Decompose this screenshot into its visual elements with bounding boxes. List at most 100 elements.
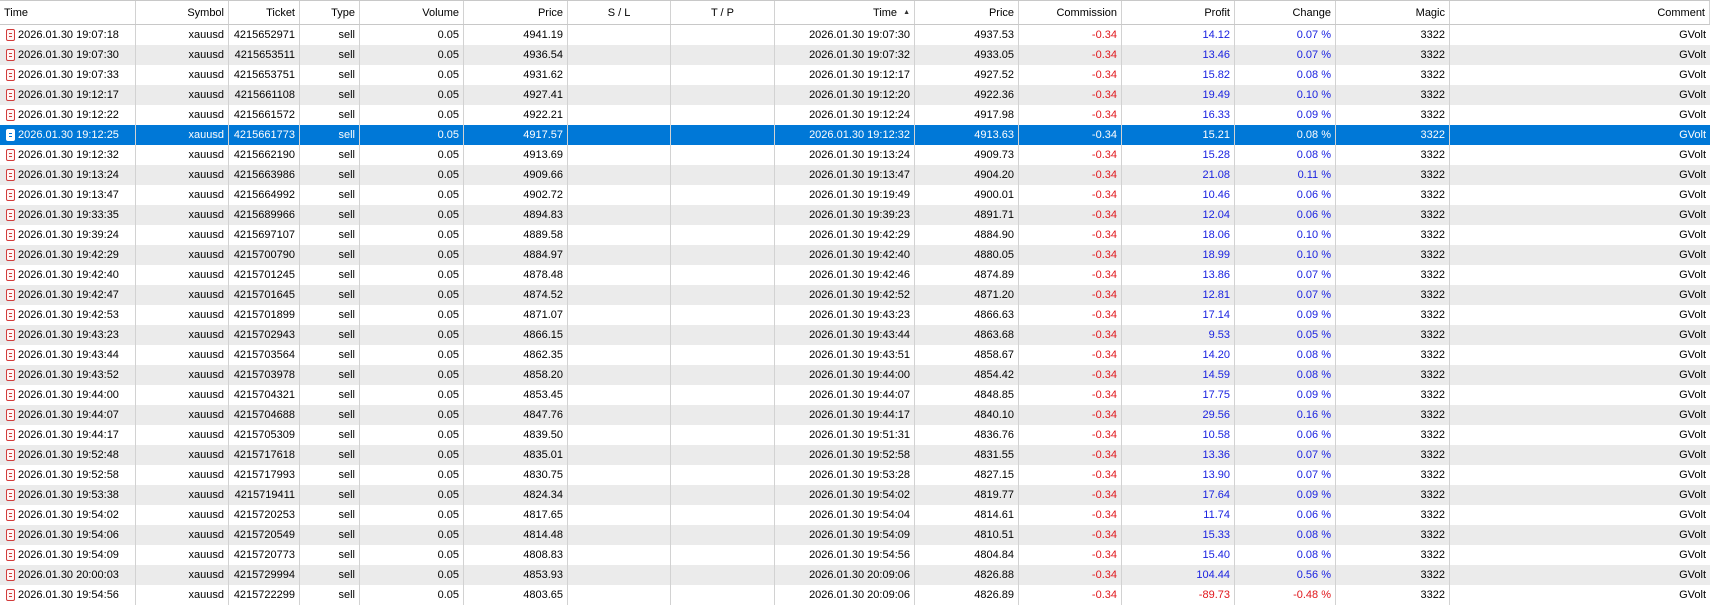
magic-cell: 3322 xyxy=(1336,565,1450,585)
volume-cell: 0.05 xyxy=(360,45,464,65)
open-price-cell: 4874.52 xyxy=(464,285,568,305)
table-row[interactable]: 2026.01.30 20:00:03 xauusd 4215729994 sell 0… xyxy=(0,565,1710,585)
table-row[interactable]: 2026.01.30 19:07:33 xauusd 4215653751 sell 0… xyxy=(0,65,1710,85)
volume-cell: 0.05 xyxy=(360,325,464,345)
commission-cell: -0.34 xyxy=(1019,325,1122,345)
column-header-ticket[interactable]: Ticket xyxy=(229,1,300,24)
order-document-icon xyxy=(6,369,15,381)
symbol-cell: xauusd xyxy=(136,225,229,245)
column-header-stop-loss[interactable]: S / L xyxy=(568,1,671,24)
table-row[interactable]: 2026.01.30 19:43:23 xauusd 4215702943 sell 0… xyxy=(0,325,1710,345)
volume-cell: 0.05 xyxy=(360,285,464,305)
table-row[interactable]: 2026.01.30 19:42:47 xauusd 4215701645 sell 0… xyxy=(0,285,1710,305)
table-row[interactable]: 2026.01.30 19:54:02 xauusd 4215720253 sell 0… xyxy=(0,505,1710,525)
symbol-cell: xauusd xyxy=(136,425,229,445)
profit-cell: -89.73 xyxy=(1122,585,1235,605)
table-row[interactable]: 2026.01.30 19:42:29 xauusd 4215700790 sell 0… xyxy=(0,245,1710,265)
table-row[interactable]: 2026.01.30 19:12:22 xauusd 4215661572 sell 0… xyxy=(0,105,1710,125)
column-header-volume[interactable]: Volume xyxy=(360,1,464,24)
table-row[interactable]: 2026.01.30 19:54:56 xauusd 4215722299 sell 0… xyxy=(0,585,1710,605)
open-price-cell: 4936.54 xyxy=(464,45,568,65)
volume-cell: 0.05 xyxy=(360,25,464,45)
table-row[interactable]: 2026.01.30 19:54:09 xauusd 4215720773 sell 0… xyxy=(0,545,1710,565)
column-header-comment[interactable]: Comment xyxy=(1450,1,1710,24)
profit-cell: 13.90 xyxy=(1122,465,1235,485)
close-time-cell: 2026.01.30 19:43:51 xyxy=(775,345,915,365)
commission-cell: -0.34 xyxy=(1019,225,1122,245)
table-row[interactable]: 2026.01.30 19:52:48 xauusd 4215717618 sell 0… xyxy=(0,445,1710,465)
table-row[interactable]: 2026.01.30 19:13:24 xauusd 4215663986 sell 0… xyxy=(0,165,1710,185)
comment-cell: GVolt xyxy=(1679,149,1706,161)
column-header-close-time[interactable]: Time ▲ xyxy=(775,1,915,24)
order-document-icon xyxy=(6,309,15,321)
comment-cell: GVolt xyxy=(1679,309,1706,321)
table-row[interactable]: 2026.01.30 19:44:07 xauusd 4215704688 sell 0… xyxy=(0,405,1710,425)
magic-cell: 3322 xyxy=(1336,65,1450,85)
close-time-cell: 2026.01.30 19:07:30 xyxy=(775,25,915,45)
table-row[interactable]: 2026.01.30 19:39:24 xauusd 4215697107 sell 0… xyxy=(0,225,1710,245)
column-header-commission[interactable]: Commission xyxy=(1019,1,1122,24)
symbol-cell: xauusd xyxy=(136,265,229,285)
column-header-open-price[interactable]: Price xyxy=(464,1,568,24)
type-cell: sell xyxy=(300,405,360,425)
column-header-symbol[interactable]: Symbol xyxy=(136,1,229,24)
column-header-type[interactable]: Type xyxy=(300,1,360,24)
table-row[interactable]: 2026.01.30 19:07:18 xauusd 4215652971 sell 0… xyxy=(0,25,1710,45)
commission-cell: -0.34 xyxy=(1019,105,1122,125)
stop-loss-cell xyxy=(568,205,671,225)
column-header-profit[interactable]: Profit xyxy=(1122,1,1235,24)
magic-cell: 3322 xyxy=(1336,325,1450,345)
table-row[interactable]: 2026.01.30 19:54:06 xauusd 4215720549 sell 0… xyxy=(0,525,1710,545)
column-header-change[interactable]: Change xyxy=(1235,1,1336,24)
commission-cell: -0.34 xyxy=(1019,545,1122,565)
order-document-icon xyxy=(6,189,15,201)
open-time-cell: 2026.01.30 19:12:25 xyxy=(0,125,136,145)
table-row[interactable]: 2026.01.30 19:42:53 xauusd 4215701899 sell 0… xyxy=(0,305,1710,325)
open-time-cell: 2026.01.30 19:54:02 xyxy=(0,505,136,525)
change-cell: 0.05 % xyxy=(1235,325,1336,345)
table-row[interactable]: 2026.01.30 19:53:38 xauusd 4215719411 sell 0… xyxy=(0,485,1710,505)
sort-ascending-icon: ▲ xyxy=(903,9,910,16)
table-row[interactable]: 2026.01.30 19:42:40 xauusd 4215701245 sell 0… xyxy=(0,265,1710,285)
column-header-close-price[interactable]: Price xyxy=(915,1,1019,24)
stop-loss-cell xyxy=(568,445,671,465)
close-price-cell: 4904.20 xyxy=(915,165,1019,185)
stop-loss-cell xyxy=(568,285,671,305)
table-row[interactable]: 2026.01.30 19:07:30 xauusd 4215653511 sell 0… xyxy=(0,45,1710,65)
table-row[interactable]: 2026.01.30 19:43:52 xauusd 4215703978 sell 0… xyxy=(0,365,1710,385)
change-cell: 0.11 % xyxy=(1235,165,1336,185)
table-row[interactable]: 2026.01.30 19:12:17 xauusd 4215661108 sell 0… xyxy=(0,85,1710,105)
order-document-icon xyxy=(6,289,15,301)
close-time-cell: 2026.01.30 19:43:44 xyxy=(775,325,915,345)
change-cell: 0.07 % xyxy=(1235,285,1336,305)
close-price-cell: 4891.71 xyxy=(915,205,1019,225)
table-row[interactable]: 2026.01.30 19:12:32 xauusd 4215662190 sell 0… xyxy=(0,145,1710,165)
table-row[interactable]: 2026.01.30 19:52:58 xauusd 4215717993 sell 0… xyxy=(0,465,1710,485)
commission-cell: -0.34 xyxy=(1019,385,1122,405)
profit-cell: 15.28 xyxy=(1122,145,1235,165)
table-row[interactable]: 2026.01.30 19:44:17 xauusd 4215705309 sell 0… xyxy=(0,425,1710,445)
order-document-icon xyxy=(6,49,15,61)
table-row[interactable]: 2026.01.30 19:12:25 xauusd 4215661773 sell 0… xyxy=(0,125,1710,145)
magic-cell: 3322 xyxy=(1336,285,1450,305)
open-time-cell: 2026.01.30 19:07:33 xyxy=(0,65,136,85)
commission-cell: -0.34 xyxy=(1019,245,1122,265)
stop-loss-cell xyxy=(568,265,671,285)
stop-loss-cell xyxy=(568,25,671,45)
table-row[interactable]: 2026.01.30 19:44:00 xauusd 4215704321 sell 0… xyxy=(0,385,1710,405)
open-price-cell: 4941.19 xyxy=(464,25,568,45)
column-header-open-time[interactable]: Time xyxy=(0,1,136,24)
close-price-cell: 4826.88 xyxy=(915,565,1019,585)
table-row[interactable]: 2026.01.30 19:43:44 xauusd 4215703564 sell 0… xyxy=(0,345,1710,365)
symbol-cell: xauusd xyxy=(136,365,229,385)
table-row[interactable]: 2026.01.30 19:13:47 xauusd 4215664992 sell 0… xyxy=(0,185,1710,205)
table-row[interactable]: 2026.01.30 19:33:35 xauusd 4215689966 sell 0… xyxy=(0,205,1710,225)
column-header-magic[interactable]: Magic xyxy=(1336,1,1450,24)
open-time-cell: 2026.01.30 19:43:23 xyxy=(0,325,136,345)
open-time-cell: 2026.01.30 19:54:06 xyxy=(0,525,136,545)
close-time-cell: 2026.01.30 19:13:47 xyxy=(775,165,915,185)
column-header-take-profit[interactable]: T / P xyxy=(671,1,775,24)
change-cell: 0.10 % xyxy=(1235,225,1336,245)
type-cell: sell xyxy=(300,85,360,105)
order-document-icon xyxy=(6,249,15,261)
